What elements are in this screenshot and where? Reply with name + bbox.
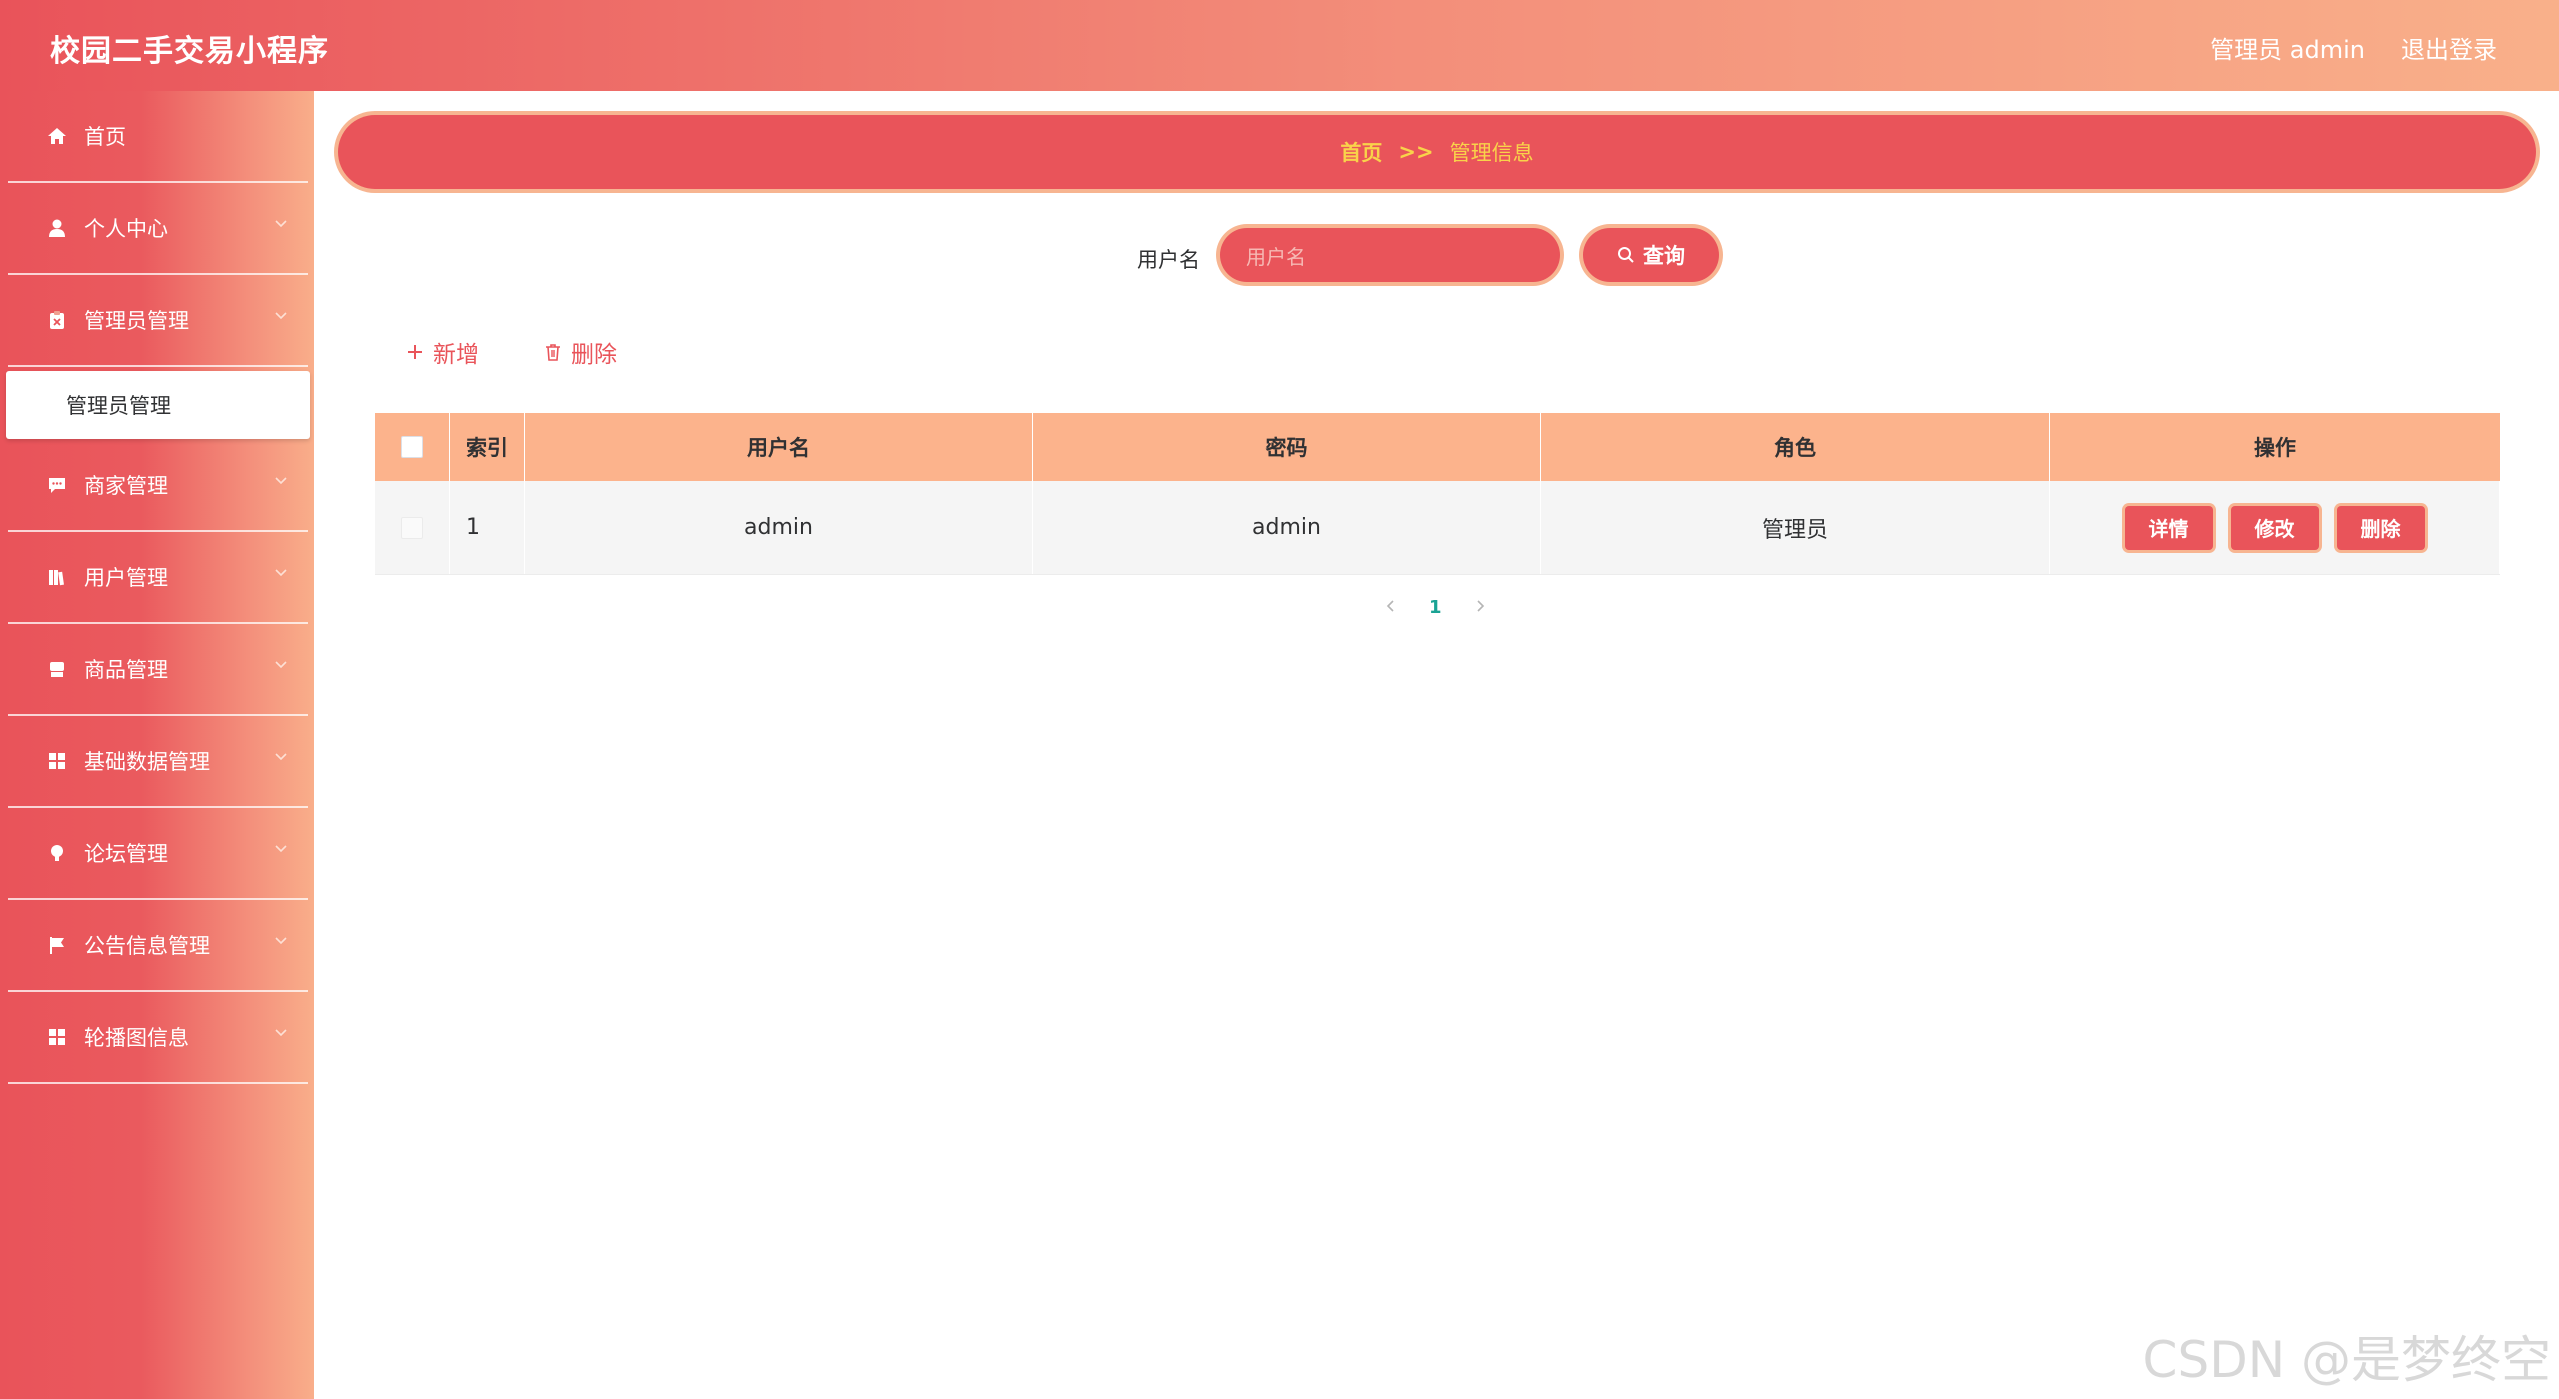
page-number[interactable]: 1: [1429, 597, 1442, 618]
sidebar-item-label: 公告信息管理: [84, 934, 210, 958]
column-header-role: 角色: [1541, 413, 2050, 481]
chevron-down-icon: [275, 569, 287, 577]
chevron-down-icon: [275, 937, 287, 945]
sidebar-item-admin[interactable]: 管理员管理: [8, 275, 308, 367]
table-row: 1 admin admin 管理员 详情 修改 删除: [375, 481, 2500, 575]
select-all-cell: [375, 413, 450, 481]
header-right: 管理员 admin 退出登录: [2210, 30, 2497, 65]
table-header: 索引 用户名 密码 角色 操作: [375, 413, 2500, 481]
row-checkbox[interactable]: [401, 516, 423, 539]
column-header-password: 密码: [1033, 413, 1541, 481]
home-icon: [46, 125, 68, 147]
column-header-index: 索引: [450, 413, 525, 481]
bulb-icon: [46, 842, 68, 864]
search-label: 用户名: [1137, 248, 1200, 272]
pagination: 1: [1385, 597, 1486, 618]
cell-role: 管理员: [1541, 481, 2050, 574]
next-page-icon[interactable]: [1474, 597, 1486, 618]
sidebar-item-home[interactable]: 首页: [8, 91, 308, 183]
sidebar-item-carousel[interactable]: 轮播图信息: [8, 992, 308, 1084]
plus-icon: [408, 345, 422, 359]
column-header-username: 用户名: [525, 413, 1033, 481]
chat-icon: [46, 474, 68, 496]
sidebar-item-base-data[interactable]: 基础数据管理: [8, 716, 308, 808]
sidebar-item-label: 基础数据管理: [84, 750, 210, 774]
sidebar-item-label: 轮播图信息: [84, 1026, 189, 1050]
cell-username: admin: [525, 481, 1033, 574]
chevron-up-icon: [275, 312, 287, 320]
sidebar-item-label: 个人中心: [84, 217, 168, 241]
cell-actions: 详情 修改 删除: [2050, 481, 2500, 574]
batch-delete-label: 删除: [571, 342, 617, 368]
cell-index: 1: [450, 481, 525, 574]
shop-icon: [46, 658, 68, 680]
sidebar-item-label: 管理员管理: [84, 309, 189, 333]
breadcrumb-current: 管理信息: [1449, 141, 1534, 165]
grid-icon: [46, 750, 68, 772]
breadcrumb-home[interactable]: 首页: [1340, 137, 1382, 167]
sidebar-item-label: 商品管理: [84, 658, 168, 682]
row-select-cell: [375, 481, 450, 574]
trash-icon: [546, 344, 560, 361]
watermark: CSDN @是梦终空: [2142, 1331, 2551, 1389]
flag-icon: [46, 934, 68, 956]
sidebar-item-merchant[interactable]: 商家管理: [8, 440, 308, 532]
sidebar-item-label: 首页: [84, 125, 126, 149]
user-icon: [46, 217, 68, 239]
top-header: 校园二手交易小程序 管理员 admin 退出登录: [0, 0, 2559, 91]
chevron-down-icon: [275, 661, 287, 669]
batch-delete-button[interactable]: 删除: [543, 335, 617, 369]
search-input[interactable]: 用户名: [1220, 228, 1560, 282]
clipboard-icon: [46, 309, 68, 331]
delete-button[interactable]: 删除: [2336, 505, 2425, 550]
book-icon: [46, 566, 68, 588]
edit-button[interactable]: 修改: [2230, 505, 2319, 550]
detail-button[interactable]: 详情: [2124, 505, 2213, 550]
current-user-label: 管理员 admin: [2210, 36, 2365, 64]
grid-icon: [46, 1026, 68, 1048]
prev-page-icon[interactable]: [1385, 597, 1397, 618]
sidebar-item-users[interactable]: 用户管理: [8, 532, 308, 624]
add-button-label: 新增: [433, 342, 479, 368]
admin-table: 索引 用户名 密码 角色 操作 1 admin admin 管理员 详情 修改 …: [375, 413, 2500, 575]
breadcrumb: 首页 >> 管理信息: [338, 115, 2536, 189]
chevron-down-icon: [275, 1029, 287, 1037]
submenu-item-admin-management[interactable]: 管理员管理: [6, 371, 310, 439]
chevron-down-icon: [275, 753, 287, 761]
sidebar-item-label: 用户管理: [84, 566, 168, 590]
sidebar-item-label: 论坛管理: [84, 842, 168, 866]
chevron-down-icon: [275, 220, 287, 228]
sidebar-item-profile[interactable]: 个人中心: [8, 183, 308, 275]
sidebar-item-forum[interactable]: 论坛管理: [8, 808, 308, 900]
search-icon: [1618, 247, 1634, 263]
chevron-down-icon: [275, 845, 287, 853]
search-button-label: 查询: [1643, 244, 1685, 268]
sidebar-item-label: 商家管理: [84, 474, 168, 498]
logout-link[interactable]: 退出登录: [2401, 30, 2497, 65]
sidebar-item-goods[interactable]: 商品管理: [8, 624, 308, 716]
chevron-down-icon: [275, 477, 287, 485]
select-all-checkbox[interactable]: [401, 436, 423, 458]
add-button[interactable]: 新增: [405, 335, 479, 369]
sidebar-item-notice[interactable]: 公告信息管理: [8, 900, 308, 992]
breadcrumb-separator: >>: [1398, 140, 1434, 164]
cell-password: admin: [1033, 481, 1541, 574]
app-title: 校园二手交易小程序: [50, 34, 329, 69]
column-header-actions: 操作: [2254, 436, 2296, 460]
search-button[interactable]: 查询: [1583, 228, 1719, 282]
sidebar: 首页 个人中心 管理员管理 管理员管理 商家管理 用户管理 商品管理 基础数据管…: [0, 91, 314, 1399]
